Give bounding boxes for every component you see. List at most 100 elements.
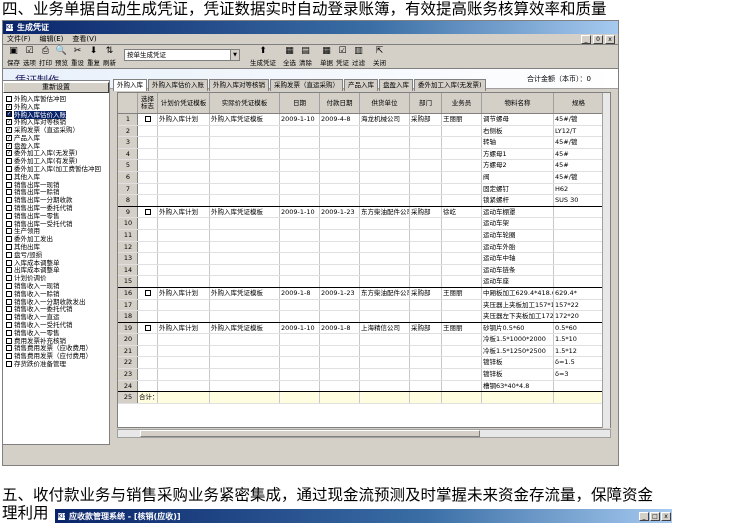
checkbox[interactable] [6, 345, 12, 352]
bill-type-item[interactable]: ✓ 产品入库 [3, 134, 109, 142]
generate-mode-select[interactable]: 按单生成凭证 ▼ [124, 49, 240, 61]
gen-voucher-button[interactable]: ⬆ 生成凭证 [250, 46, 276, 67]
tab-3[interactable]: 外购入库对等核销 [209, 79, 269, 91]
table-row[interactable]: 13 运动车中轴 [118, 253, 610, 265]
select-checkbox[interactable] [138, 334, 158, 345]
checkbox[interactable]: ✓ [6, 127, 12, 134]
select-checkbox[interactable] [138, 206, 158, 218]
checkbox[interactable] [6, 306, 12, 313]
checkbox[interactable] [6, 275, 12, 282]
column-header[interactable]: 日期 [280, 93, 320, 113]
bill-type-item[interactable]: 委外加工发出 [3, 235, 109, 243]
bill-type-item[interactable]: 委外加工入库(有发票) [3, 157, 109, 165]
bill-type-item[interactable]: 委外加工入库(加工费暂估冲回 [3, 165, 109, 173]
column-header[interactable]: 付款日期 [320, 93, 360, 113]
table-row[interactable]: 7 固定螺钉 H62 [118, 183, 610, 196]
tab-1[interactable]: 外购入库 [113, 79, 147, 91]
checkbox[interactable] [6, 322, 12, 328]
checkbox[interactable]: ✓ [6, 150, 12, 157]
voucher-button[interactable]: ☑ 凭证 [335, 46, 350, 67]
checkbox[interactable] [6, 236, 12, 243]
select-checkbox[interactable] [138, 125, 158, 137]
print-button[interactable]: ⎙ 打印 [38, 46, 53, 67]
table-row[interactable]: 1 外购入库计划 外购入库凭证模板 2009-1-10 2009-4-8 海龙机械公司 采购… [118, 114, 610, 126]
bill-type-item[interactable]: 销售收入一赊销 [3, 290, 109, 298]
tab-7[interactable]: 委外加工入库(无发票) [414, 79, 486, 91]
checkbox[interactable] [6, 337, 12, 344]
table-row[interactable]: 21 冷板1.5*1250*2500 1.5*12 [118, 345, 610, 358]
checkbox[interactable] [6, 290, 12, 297]
bill-type-item[interactable]: 其他入库 [3, 173, 109, 181]
select-checkbox[interactable] [138, 137, 158, 148]
save-button[interactable]: ▣ 保存 [6, 46, 21, 67]
checkbox[interactable] [6, 212, 12, 219]
bill-type-item[interactable]: 销售收入一现销 [3, 282, 109, 290]
tab-4[interactable]: 采购发票（直运采购） [270, 79, 343, 91]
checkbox[interactable] [6, 251, 12, 258]
bill-type-item[interactable]: 销售收入一受托代销 [3, 321, 109, 329]
preview-button[interactable]: 🔍 预览 [54, 46, 69, 67]
checkbox[interactable] [6, 259, 12, 266]
table-row[interactable]: 20 冷板1.5*1000*2000 1.5*10 [118, 334, 610, 346]
bill-type-item[interactable]: 存货跌价准备管理 [3, 360, 109, 368]
checkbox[interactable]: ✓ [6, 119, 12, 126]
bill-type-item[interactable]: 外购入库暂估冲回 [3, 95, 109, 103]
table-row[interactable]: 8 锁紧螺杆 SUS 30 [118, 195, 610, 207]
table-row[interactable]: 22 镀锌板 δ=1.5 [118, 357, 610, 370]
checkbox[interactable] [6, 166, 12, 173]
close-window-button[interactable]: x [605, 34, 615, 44]
select-checkbox[interactable] [138, 218, 158, 229]
column-header[interactable]: 部门 [410, 93, 442, 113]
bill-type-item[interactable]: 销售出库一分期收款 [3, 196, 109, 204]
checkbox[interactable] [6, 283, 12, 290]
refresh-button[interactable]: ⇅ 刷新 [102, 46, 117, 67]
select-checkbox[interactable] [138, 380, 158, 392]
close-button[interactable]: ⇱ 关闭 [372, 46, 387, 67]
checkbox[interactable]: ✓ [6, 142, 12, 149]
checkbox[interactable] [6, 298, 12, 305]
select-checkbox[interactable] [138, 287, 158, 299]
checkbox[interactable] [6, 228, 12, 235]
vertical-scrollbar[interactable] [602, 93, 610, 428]
table-row[interactable]: 10 运动车架 [118, 218, 610, 230]
select-checkbox[interactable] [138, 345, 158, 357]
checkbox[interactable] [6, 314, 12, 321]
select-checkbox[interactable] [138, 229, 158, 241]
column-header[interactable]: 供货单位 [360, 93, 410, 113]
checkbox[interactable] [6, 353, 12, 360]
select-checkbox[interactable] [138, 311, 158, 322]
select-checkbox[interactable] [138, 195, 158, 206]
checkbox[interactable] [6, 181, 12, 188]
table-row[interactable]: 15 运动车座 [118, 276, 610, 288]
column-header[interactable]: 规格 [554, 93, 604, 113]
checkbox[interactable] [6, 189, 12, 196]
select-checkbox[interactable] [138, 276, 158, 287]
chevron-down-icon[interactable]: ▼ [230, 50, 239, 60]
select-checkbox[interactable] [138, 183, 158, 195]
clear-button[interactable]: ▤ 清除 [298, 46, 313, 67]
checkbox[interactable] [6, 205, 12, 212]
select-checkbox[interactable] [138, 171, 158, 183]
column-header[interactable]: 计划价凭证模板 [158, 93, 210, 113]
bill-type-item[interactable]: 销售收入一零售 [3, 329, 109, 337]
reset-all-button[interactable]: ⬇ 重复 [86, 46, 101, 67]
checkbox[interactable]: ✓ [6, 111, 12, 118]
checkbox[interactable] [145, 290, 151, 297]
tab-6[interactable]: 盘盈入库 [379, 79, 413, 91]
table-row[interactable]: 16 外购入库计划 外购入库凭证模板 2009-1-8 2009-1-23 东方柴油配件公… [118, 287, 610, 300]
table-row[interactable]: 11 运动车轮圈 [118, 229, 610, 242]
bill-type-item[interactable]: 计划价调价 [3, 274, 109, 282]
bill-type-item[interactable]: 盘亏/毁损 [3, 251, 109, 259]
table-row[interactable]: 24 槽钢63*40*4.8 [118, 380, 610, 393]
table-row[interactable]: 5 方螺母2 45# [118, 160, 610, 172]
bill-type-item[interactable]: 销售费用发票（应付费用） [3, 352, 109, 360]
table-row[interactable]: 12 运动车外胎 [118, 241, 610, 254]
menu-edit[interactable]: 编辑(E) [40, 34, 64, 44]
table-row[interactable]: 4 方螺母1 45# [118, 148, 610, 161]
table-row[interactable]: 17 夹压器上夹板加工157*157157*22 [118, 299, 610, 312]
column-header[interactable]: 业务员 [442, 93, 482, 113]
checkbox[interactable] [6, 197, 12, 204]
minimize-button-2[interactable]: _ [639, 511, 649, 521]
column-header[interactable] [118, 93, 138, 113]
bill-type-item[interactable]: 销售收入一直运 [3, 313, 109, 321]
